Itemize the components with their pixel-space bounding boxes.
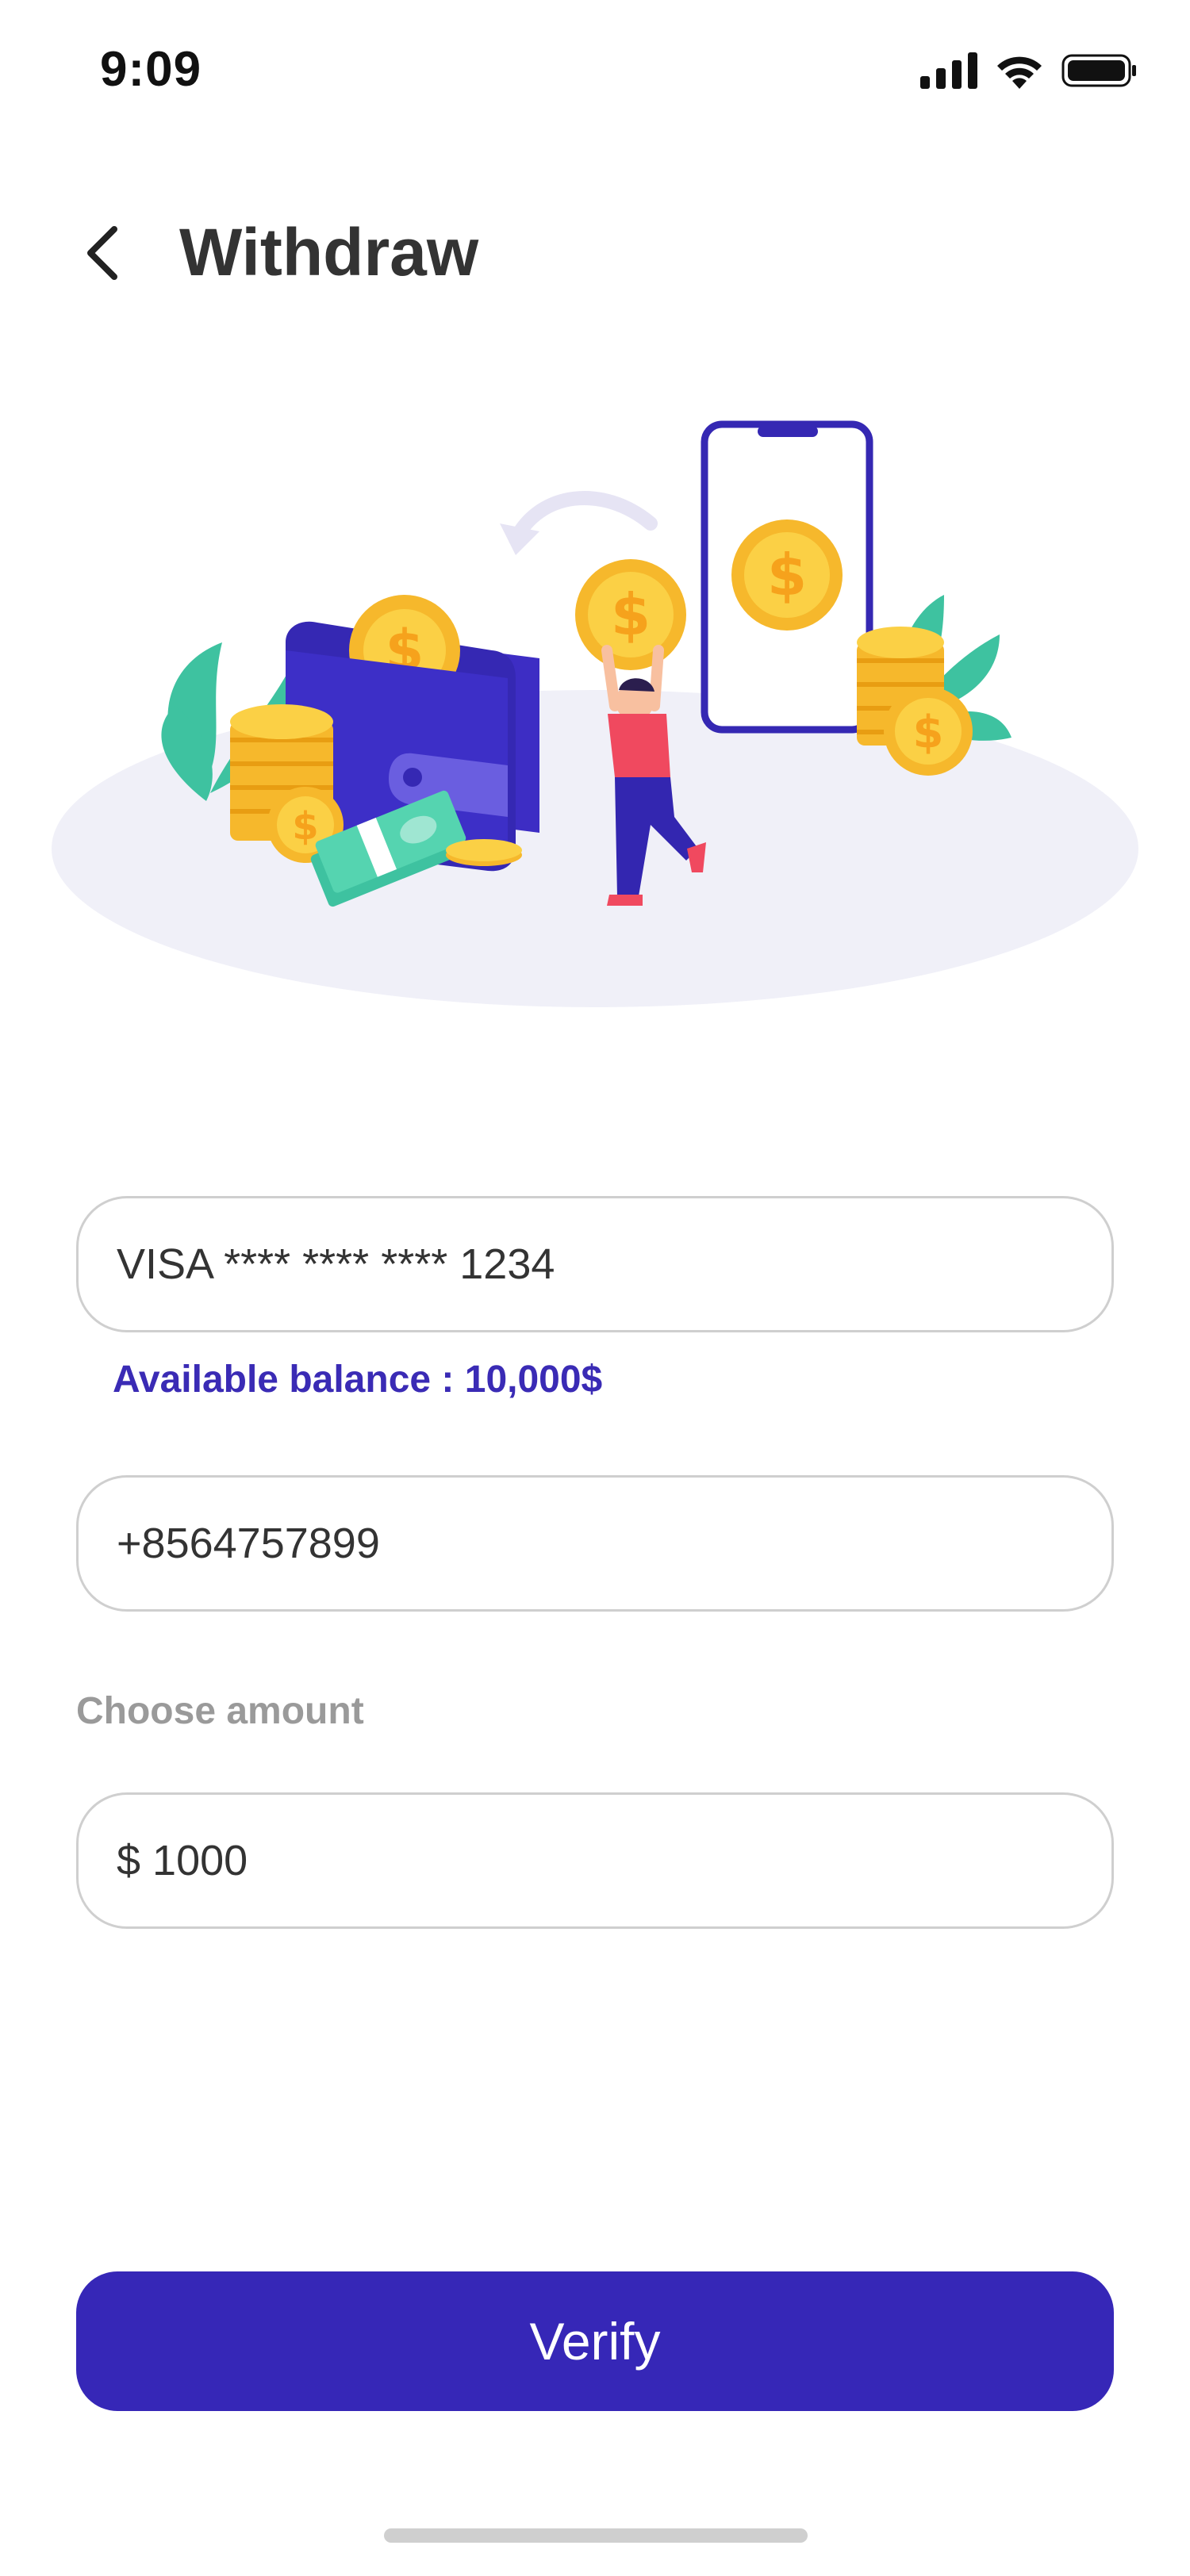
amount-label: Choose amount — [76, 1690, 364, 1732]
svg-text:$: $ — [292, 804, 318, 849]
status-icons — [920, 52, 1138, 89]
svg-text:$: $ — [611, 581, 651, 648]
status-bar: 9:09 — [0, 0, 1190, 143]
back-button[interactable] — [73, 219, 130, 287]
wifi-icon — [997, 56, 1042, 89]
battery-icon — [1061, 54, 1136, 87]
page-title: Withdraw — [179, 215, 479, 289]
phone-input[interactable] — [115, 1518, 1111, 1569]
back-arrow-icon — [87, 226, 117, 280]
amount-input[interactable] — [115, 1835, 1111, 1886]
available-balance: Available balance : 10,000$ — [113, 1359, 603, 1401]
verify-button[interactable]: Verify — [76, 2271, 1114, 2411]
home-indicator[interactable] — [384, 2528, 808, 2543]
withdraw-illustration: $ $ $ $ $ — [52, 420, 1138, 1007]
header: Withdraw — [0, 198, 1190, 309]
card-input[interactable] — [115, 1239, 1111, 1290]
svg-text:$: $ — [913, 707, 944, 758]
amount-field[interactable] — [76, 1792, 1114, 1929]
phone-field[interactable] — [76, 1475, 1114, 1612]
signal-icon — [920, 52, 977, 89]
status-time: 9:09 — [100, 42, 202, 97]
card-field[interactable] — [76, 1196, 1114, 1332]
svg-text:$: $ — [767, 542, 807, 608]
